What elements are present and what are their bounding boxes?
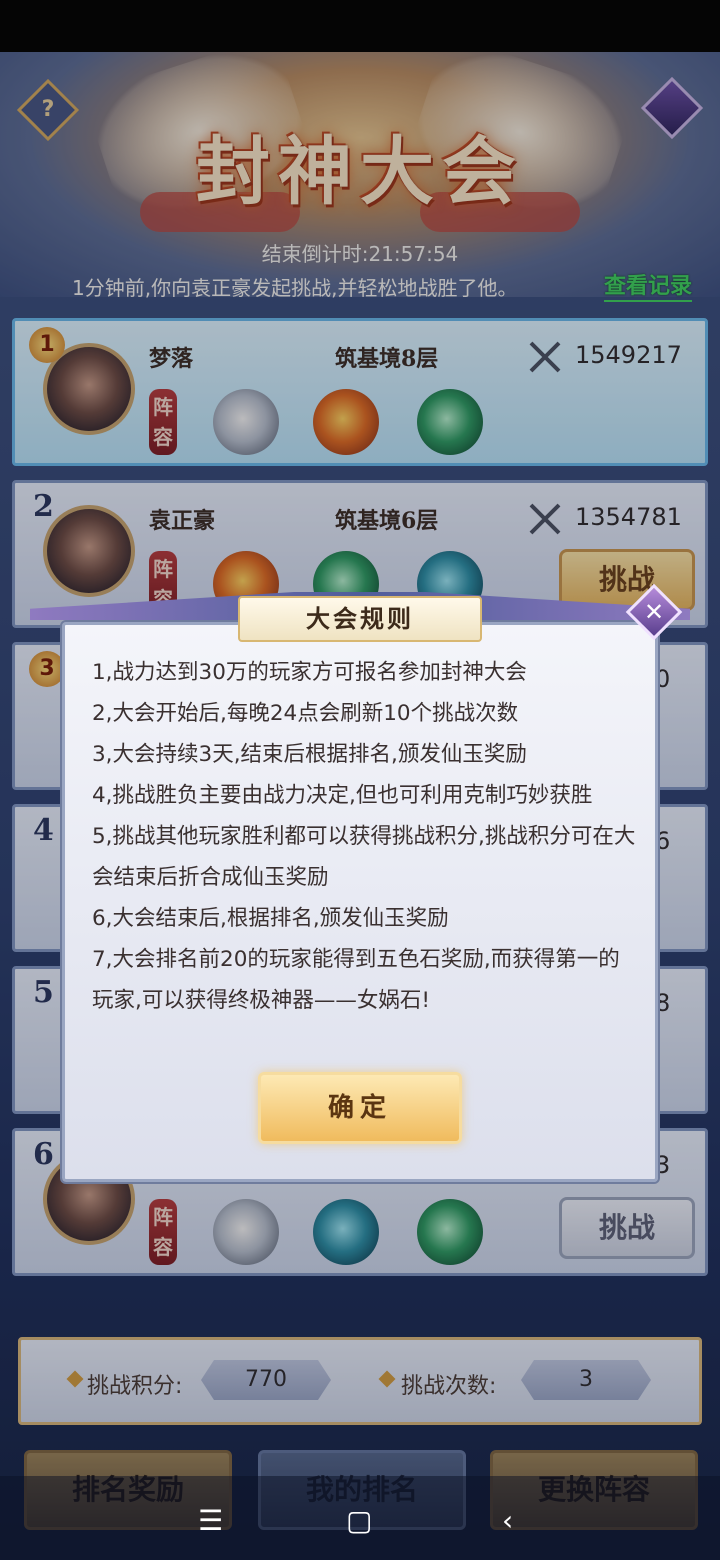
status-bar bbox=[0, 0, 720, 52]
game-screen: 封神大会 ? 结束倒计时:21:57:54 1分钟前,你向袁正豪发起挑战,并轻松… bbox=[0, 52, 720, 1560]
dialog-title: 大会规则 bbox=[238, 596, 482, 642]
rule-item: 3,大会持续3天,结束后根据排名,颁发仙玉奖励 bbox=[92, 742, 527, 767]
menu-icon[interactable]: ☰ bbox=[198, 1504, 223, 1537]
close-icon: ✕ bbox=[643, 598, 665, 626]
rule-item: 1,战力达到30万的玩家方可报名参加封神大会 bbox=[92, 660, 527, 685]
confirm-button[interactable]: 确定 bbox=[258, 1072, 462, 1144]
rule-item: 4,挑战胜负主要由战力决定,但也可利用克制巧妙获胜 bbox=[92, 783, 593, 808]
rule-item: 2,大会开始后,每晚24点会刷新10个挑战次数 bbox=[92, 701, 519, 726]
back-icon[interactable]: ‹ bbox=[502, 1504, 513, 1537]
home-icon[interactable]: ▢ bbox=[346, 1504, 372, 1537]
rule-item: 7,大会排名前20的玩家能得到五色石奖励,而获得第一的玩家,可以获得终极神器——… bbox=[92, 947, 620, 1013]
rules-list: 1,战力达到30万的玩家方可报名参加封神大会 2,大会开始后,每晚24点会刷新1… bbox=[92, 652, 638, 1021]
system-navigation-bar: ☰ ▢ ‹ bbox=[0, 1476, 720, 1560]
rule-item: 6,大会结束后,根据排名,颁发仙玉奖励 bbox=[92, 906, 449, 931]
rule-item: 5,挑战其他玩家胜利都可以获得挑战积分,挑战积分可在大会结束后折合成仙玉奖励 bbox=[92, 824, 636, 890]
